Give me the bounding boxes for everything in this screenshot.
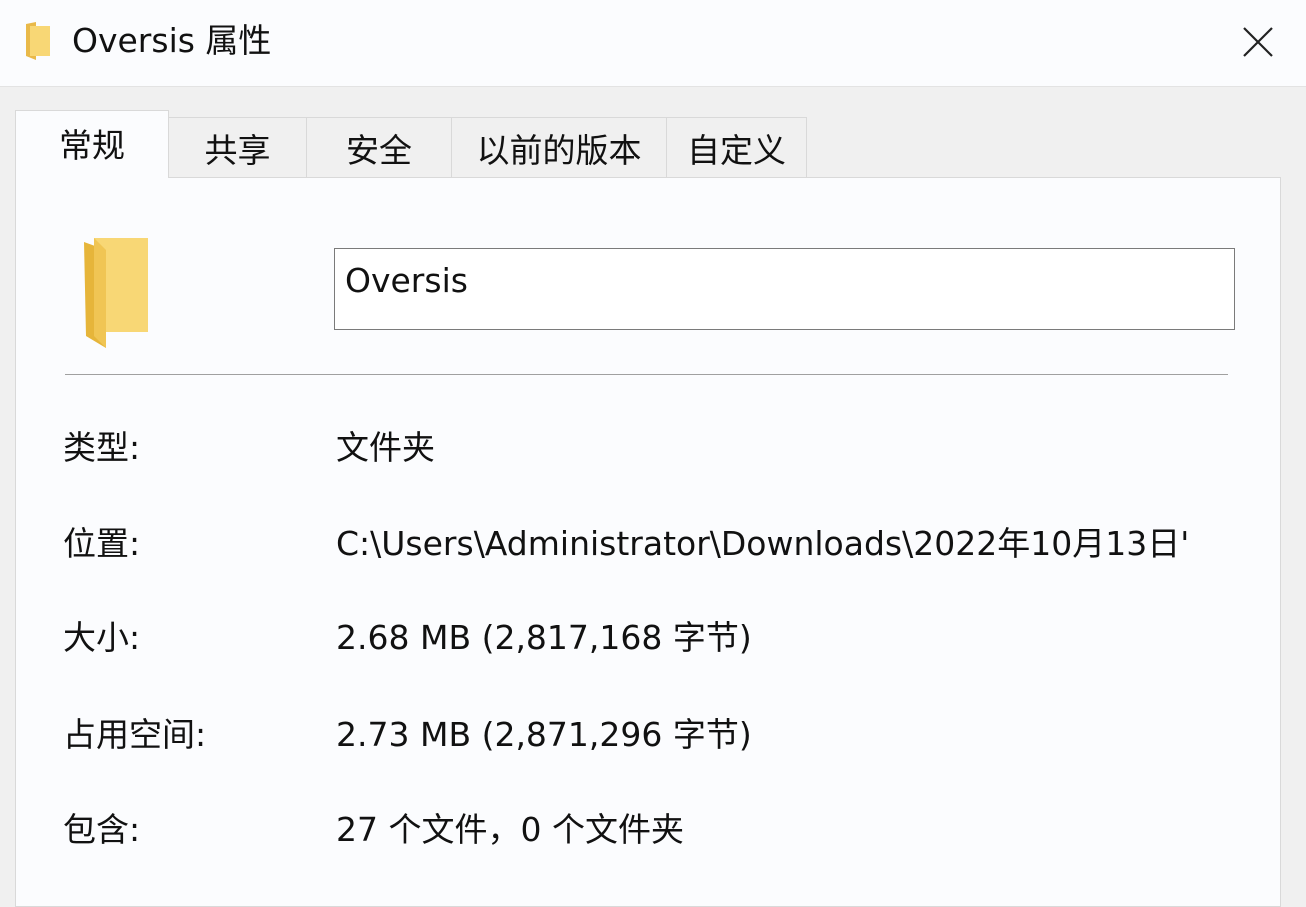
contains-label: 包含: — [63, 808, 140, 852]
tab-previous-versions[interactable]: 以前的版本 — [451, 117, 667, 177]
folder-icon — [82, 236, 150, 348]
size-on-disk-label: 占用空间: — [63, 713, 206, 757]
type-value: 文件夹 — [336, 426, 1241, 470]
size-value: 2.68 MB (2,817,168 字节) — [336, 616, 1241, 660]
contains-value: 27 个文件，0 个文件夹 — [336, 808, 1241, 852]
tab-sharing[interactable]: 共享 — [168, 117, 307, 177]
type-label: 类型: — [63, 426, 140, 470]
title-bar: Oversis 属性 — [0, 0, 1306, 87]
folder-icon — [22, 20, 52, 60]
folder-name-input[interactable]: Oversis — [334, 248, 1235, 330]
tab-customize[interactable]: 自定义 — [666, 117, 807, 177]
window-title: Oversis 属性 — [72, 18, 271, 64]
tab-security[interactable]: 安全 — [306, 117, 452, 177]
close-icon[interactable] — [1236, 22, 1280, 62]
size-on-disk-value: 2.73 MB (2,871,296 字节) — [336, 713, 1241, 757]
location-value[interactable]: C:\Users\Administrator\Downloads\2022年10… — [336, 522, 1241, 566]
location-label: 位置: — [63, 522, 140, 566]
size-label: 大小: — [63, 616, 140, 660]
tab-general[interactable]: 常规 — [15, 110, 169, 178]
separator — [65, 374, 1228, 375]
